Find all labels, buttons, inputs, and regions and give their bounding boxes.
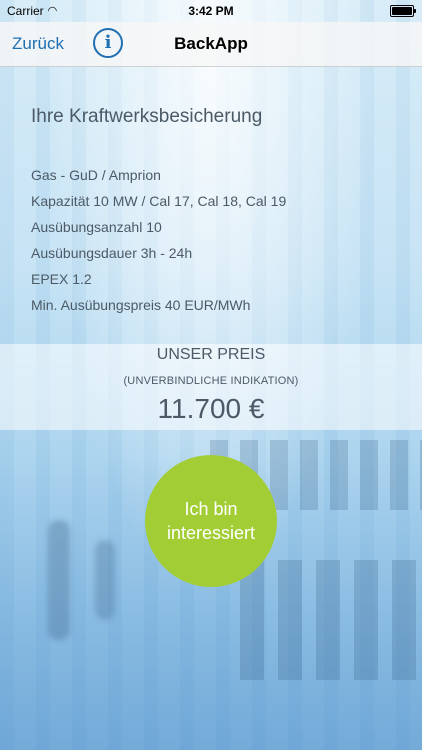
background-person (48, 520, 70, 640)
battery-icon (390, 5, 416, 17)
status-time: 3:42 PM (188, 4, 234, 18)
interested-button-label: Ich bin interessiert (166, 499, 256, 543)
price-value: 11.700 € (157, 393, 265, 424)
detail-line: Ausübungsanzahl 10 (31, 219, 162, 235)
price-note: (UNVERBINDLICHE INDIKATION) (123, 375, 299, 387)
background-workstation (240, 560, 422, 680)
product-details: Gas - GuD / Amprion Kapazität 10 MW / Ca… (31, 166, 286, 322)
detail-line: Min. Ausübungspreis 40 EUR/MWh (31, 297, 251, 313)
product-title: Ihre Kraftwerksbesicherung (31, 106, 263, 127)
detail-line: Gas - GuD / Amprion (31, 167, 161, 183)
detail-line: Kapazität 10 MW / Cal 17, Cal 18, Cal 19 (31, 193, 287, 209)
navigation-bar: Zurück i BackApp (0, 22, 422, 67)
background-person (95, 540, 115, 620)
status-bar: Carrier ◠ 3:42 PM (0, 0, 422, 22)
price-label: UNSER PREIS (156, 346, 266, 363)
nav-title: BackApp (174, 34, 248, 53)
detail-line: Ausübungsdauer 3h - 24h (31, 245, 193, 261)
detail-line: EPEX 1.2 (31, 271, 92, 287)
interested-button[interactable]: Ich bin interessiert (145, 455, 277, 587)
